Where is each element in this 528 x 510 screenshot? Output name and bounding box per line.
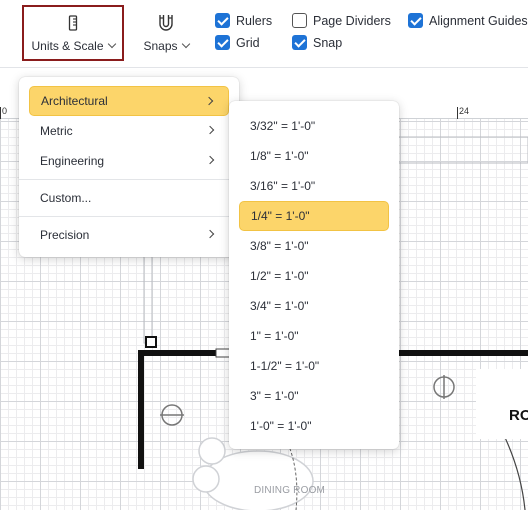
scale-option[interactable]: 3/4" = 1'-0"	[239, 291, 389, 321]
scale-option[interactable]: 1/2" = 1'-0"	[239, 261, 389, 291]
magnet-icon	[158, 13, 174, 33]
architectural-scale-submenu: 3/32" = 1'-0" 1/8" = 1'-0" 3/16" = 1'-0"…	[229, 101, 399, 449]
rulers-label: Rulers	[236, 13, 273, 28]
menu-divider	[19, 216, 239, 217]
scale-option[interactable]: 3/32" = 1'-0"	[239, 111, 389, 141]
checkbox-checked-icon	[292, 35, 307, 50]
menu-item-label: Metric	[40, 124, 73, 138]
menu-divider	[19, 179, 239, 180]
checkbox-checked-icon	[408, 13, 423, 28]
alignment-guides-label: Alignment Guides	[429, 13, 528, 28]
ruler-icon	[68, 13, 78, 33]
alignment-guides-checkbox[interactable]: Alignment Guides	[408, 13, 528, 28]
scale-option[interactable]: 1/8" = 1'-0"	[239, 141, 389, 171]
checkbox-checked-icon	[215, 13, 230, 28]
menu-item-precision[interactable]: Precision	[29, 220, 229, 250]
units-scale-button[interactable]: Units & Scale	[22, 5, 124, 61]
menu-item-metric[interactable]: Metric	[29, 116, 229, 146]
grid-label: Grid	[236, 35, 260, 50]
menu-item-label: Engineering	[40, 154, 105, 168]
menu-item-label: Custom...	[40, 191, 92, 205]
chevron-right-icon	[205, 229, 215, 239]
wall-endpoint	[145, 336, 157, 348]
menu-item-label: Architectural	[41, 94, 108, 108]
page-dividers-label: Page Dividers	[313, 13, 391, 28]
checkbox-checked-icon	[215, 35, 230, 50]
chevron-down-icon	[107, 39, 116, 49]
scale-option[interactable]: 3" = 1'-0"	[239, 381, 389, 411]
chevron-right-icon	[204, 96, 214, 106]
scale-option[interactable]: 1-1/2" = 1'-0"	[239, 351, 389, 381]
menu-item-architectural[interactable]: Architectural	[29, 86, 229, 116]
scale-option[interactable]: 1'-0" = 1'-0"	[239, 411, 389, 441]
grid-checkbox[interactable]: Grid	[215, 35, 260, 50]
scale-option[interactable]: 3/16" = 1'-0"	[239, 171, 389, 201]
menu-item-label: Precision	[40, 228, 90, 242]
menu-item-custom[interactable]: Custom...	[29, 183, 229, 213]
checkbox-unchecked-icon	[292, 13, 307, 28]
rulers-checkbox[interactable]: Rulers	[215, 13, 272, 28]
chevron-down-icon	[181, 39, 190, 49]
scale-option-selected[interactable]: 1/4" = 1'-0"	[239, 201, 389, 231]
scale-option[interactable]: 3/8" = 1'-0"	[239, 231, 389, 261]
snaps-label: Snaps	[143, 39, 178, 53]
room-label-partial: RO	[509, 407, 528, 424]
page-dividers-checkbox[interactable]: Page Dividers	[292, 13, 391, 28]
wall-joint	[215, 348, 231, 358]
scale-option[interactable]: 1" = 1'-0"	[239, 321, 389, 351]
chevron-right-icon	[205, 125, 215, 135]
snap-label: Snap	[313, 35, 343, 50]
toolbar: Units & Scale Snaps Rulers Page Dividers…	[0, 0, 528, 68]
chevron-right-icon	[205, 155, 215, 165]
units-scale-label: Units & Scale	[31, 39, 104, 53]
snaps-button[interactable]: Snaps	[138, 5, 194, 61]
menu-item-engineering[interactable]: Engineering	[29, 146, 229, 176]
snap-checkbox[interactable]: Snap	[292, 35, 342, 50]
room-label-dining: DINING ROOM	[254, 485, 326, 496]
units-scale-menu: Architectural Metric Engineering Custom.…	[19, 77, 239, 257]
